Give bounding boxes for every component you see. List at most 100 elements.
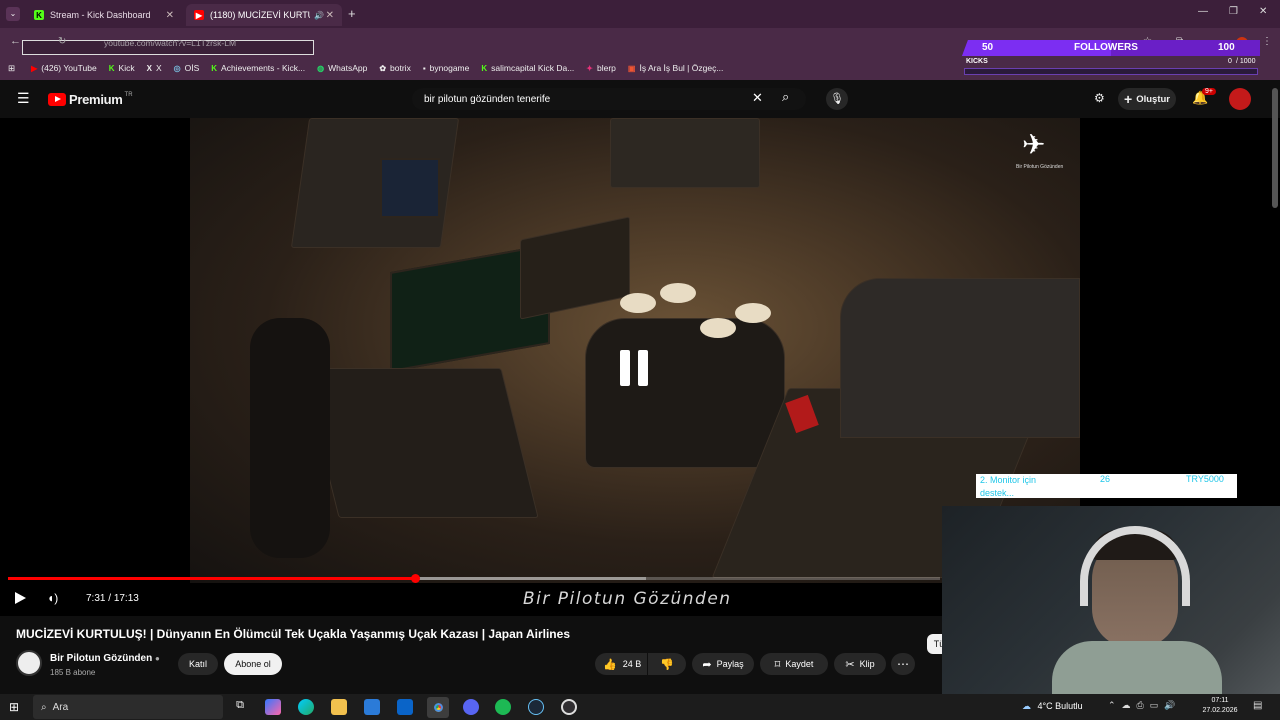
kick-icon: K [211, 63, 218, 73]
play-icon[interactable] [15, 592, 26, 604]
clock-time: 07:11 [1211, 697, 1229, 704]
bookmark-icon: ⌑ [774, 658, 781, 671]
donation-amount: TRY5000 [1186, 474, 1224, 484]
bookmark-jobsite[interactable]: ▣ İş Ara İş Bul | Özgeç... [628, 63, 724, 73]
thumbs-down-icon: 👎 [660, 658, 674, 671]
file-explorer-icon[interactable] [331, 699, 347, 715]
obs-icon[interactable] [561, 699, 577, 715]
search-input[interactable]: bir pilotun gözünden tenerife [412, 88, 806, 110]
kicks-goal: / 1000 [1236, 58, 1256, 65]
tab-search-icon[interactable]: ⌄ [6, 7, 20, 21]
bynogame-icon: ▪ [422, 63, 426, 73]
bookmark-youtube[interactable]: ▶ (426) YouTube [31, 63, 97, 73]
subscribe-button[interactable]: Abone ol [224, 653, 282, 675]
share-label: Paylaş [716, 659, 744, 669]
tab-label: (1180) MUCİZEVİ KURTULUŞ [210, 10, 310, 20]
share-icon: ➦ [702, 658, 712, 671]
weather-text: 4°C Bulutlu [1037, 701, 1083, 711]
followers-goal: 100 [1218, 42, 1235, 53]
clear-search-icon[interactable]: ✕ [752, 90, 763, 106]
clock[interactable]: 07:11 27.02.2026 [1200, 696, 1240, 716]
chrome-icon[interactable] [427, 697, 449, 718]
save-button[interactable]: ⌑ Kaydet [760, 653, 828, 675]
throttle-lever [660, 283, 696, 303]
time-separator: / [108, 593, 112, 604]
kicks-goal-bar: KICKS 0 / 1000 [962, 58, 1260, 76]
bookmark-whatsapp[interactable]: ◍ WhatsApp [317, 63, 367, 73]
notification-badge: 9+ [1202, 88, 1216, 95]
close-window-icon[interactable]: ✕ [1259, 6, 1267, 17]
jobsite-icon: ▣ [627, 63, 636, 73]
bookmark-label: X [155, 63, 162, 73]
page-scrollbar[interactable] [1272, 88, 1278, 208]
minimize-icon[interactable]: — [1198, 6, 1208, 17]
windows-start-icon[interactable]: ⊞ [9, 700, 19, 714]
clip-label: Klip [859, 659, 875, 669]
new-tab-button[interactable]: + [348, 6, 356, 21]
bookmark-blerp[interactable]: ✦ blerp [586, 63, 616, 73]
kicks-progress-track [964, 68, 1258, 75]
edge-icon[interactable] [298, 699, 314, 715]
tab-kick-dashboard[interactable]: K Stream - Kick Dashboard ✕ [26, 4, 182, 26]
cast-icon[interactable]: ⚙ [1094, 91, 1105, 105]
bookmark-ois[interactable]: ◎ OİS [174, 63, 200, 73]
bookmark-salimcapital[interactable]: Ksalimcapital Kick Da... [481, 63, 574, 73]
volume-icon[interactable]: ◖) [47, 591, 58, 605]
watermark-text: Bir Pilotun Gözünden [1016, 164, 1064, 170]
bookmark-label: salimcapital Kick Da... [491, 63, 575, 73]
close-icon[interactable]: ✕ [166, 10, 174, 21]
outlook-icon[interactable] [397, 699, 413, 715]
search-icon: ⌕ [41, 701, 47, 713]
dislike-button[interactable]: 👎 [648, 653, 686, 675]
store-icon[interactable] [364, 699, 380, 715]
throttle-lever [700, 318, 736, 338]
notification-center-icon[interactable]: ▤ [1253, 700, 1262, 711]
share-button[interactable]: ➦ Paylaş [692, 653, 754, 675]
youtube-icon: ▶ [194, 10, 204, 20]
donation-title: 2. Monitor için destek... [980, 475, 1037, 498]
maximize-icon[interactable]: ❐ [1229, 6, 1238, 17]
close-icon[interactable]: ✕ [326, 10, 334, 21]
throttle-quadrant [585, 318, 785, 468]
more-actions-button[interactable]: ⋯ [891, 653, 915, 675]
channel-name[interactable]: Bir Pilotun Gözünden ● [50, 653, 160, 664]
audio-icon[interactable]: 🔊 [314, 11, 324, 20]
youtube-play-icon [48, 93, 66, 106]
weather-widget[interactable]: ☁ 4°C Bulutlu [1022, 701, 1083, 712]
hamburger-menu-icon[interactable]: ☰ [17, 90, 30, 107]
join-button[interactable]: Katıl [178, 653, 218, 675]
channel-avatar[interactable] [16, 650, 42, 676]
bookmark-kick[interactable]: K Kick [109, 63, 135, 73]
bookmark-bynogame[interactable]: ▪ bynogame [423, 63, 470, 73]
account-avatar[interactable] [1229, 88, 1251, 110]
back-icon[interactable]: ← [10, 35, 21, 47]
progress-bar[interactable] [8, 574, 940, 583]
bookmark-achievements[interactable]: K Achievements - Kick... [211, 63, 305, 73]
bookmark-x[interactable]: XX [147, 63, 162, 73]
logo-text: Premium [69, 92, 123, 107]
steam-icon[interactable] [528, 699, 544, 715]
pause-indicator-icon [620, 350, 650, 386]
discord-icon[interactable] [463, 699, 479, 715]
apps-grid-icon[interactable]: ⊞ [8, 63, 15, 74]
browser-tab-bar: ⌄ K Stream - Kick Dashboard ✕ ▶ (1180) M… [0, 0, 1280, 28]
menu-dots-icon[interactable]: ⋮ [1262, 36, 1272, 47]
copilot-icon[interactable] [265, 699, 281, 715]
system-tray[interactable]: ⌃☁⎙▭🔊 [1108, 700, 1181, 711]
airplane-logo-icon: ✈ [1022, 129, 1046, 160]
like-button[interactable]: 👍 24 B [595, 653, 647, 675]
webcam-overlay [942, 506, 1280, 696]
create-button[interactable]: + Oluştur [1118, 88, 1176, 110]
youtube-logo[interactable]: Premium TR [48, 92, 133, 107]
search-icon[interactable]: ⌕ [782, 89, 789, 105]
bookmark-botrix[interactable]: ✿ botrix [379, 63, 411, 73]
reload-icon[interactable]: ↻ [58, 36, 66, 47]
taskbar-search[interactable]: ⌕ Ara [33, 695, 223, 719]
bookmark-label: OİS [184, 63, 200, 73]
clip-button[interactable]: ✂ Klip [834, 653, 886, 675]
spotify-icon[interactable] [495, 699, 511, 715]
voice-search-icon[interactable]: 🎙 [826, 88, 848, 110]
task-view-icon[interactable]: ⧉ [232, 699, 248, 715]
windows-taskbar: ⊞ ⌕ Ara ☁ 4°C Bulutlu ⌃☁⎙▭🔊 07:11 27.02.… [0, 694, 1280, 720]
tab-youtube-video[interactable]: ▶ (1180) MUCİZEVİ KURTULUŞ 🔊 ✕ [186, 4, 342, 26]
